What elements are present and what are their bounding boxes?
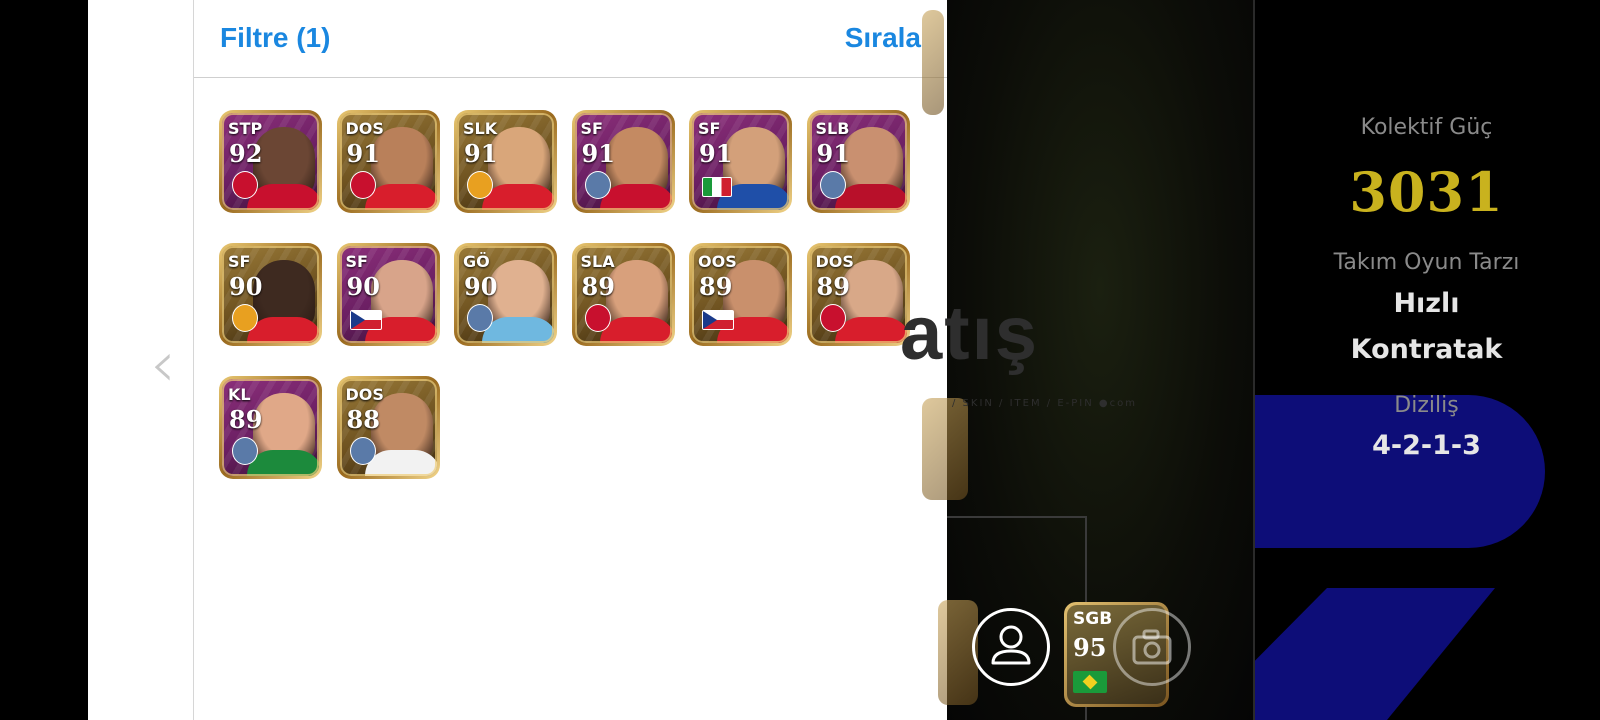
player-card-inner: SLA 89 [574, 246, 672, 343]
card-frame [810, 113, 907, 210]
card-frame [222, 246, 319, 343]
player-card[interactable]: SLK 91 [454, 110, 557, 213]
watermark-subtitle: / SKIN / ITEM / E-PIN ●com [952, 398, 1137, 409]
player-card[interactable]: OOS 89 [689, 243, 792, 346]
card-frame [810, 246, 907, 343]
collective-power-label: Kolektif Güç [1360, 115, 1493, 140]
card-frame [457, 113, 554, 210]
player-card[interactable]: DOS 88 [336, 376, 440, 479]
player-card-inner: SF 90 [339, 246, 437, 343]
player-card-inner: SF 91 [692, 113, 789, 210]
formation-value: 4-2-1-3 [1372, 430, 1481, 461]
player-card[interactable]: DOS 89 [806, 243, 910, 346]
brazil-flag-icon [1073, 671, 1107, 693]
team-style-value: Hızlı [1393, 288, 1460, 319]
card-frame [692, 113, 789, 210]
formation-label: Diziliş [1394, 393, 1459, 418]
player-card-inner: DOS 88 [339, 379, 437, 476]
team-style-value: Kontratak [1350, 334, 1503, 365]
player-card[interactable]: SF 90 [219, 243, 322, 346]
card-frame [575, 246, 672, 343]
team-style-label: Takım Oyun Tarzı [1333, 250, 1520, 275]
watermark-logo: atış [900, 291, 1039, 376]
card-frame [340, 113, 437, 210]
player-card-inner: DOS 91 [339, 113, 437, 210]
player-rating: 95 [1073, 633, 1107, 662]
player-card-inner: KL 89 [222, 379, 319, 476]
collective-power-value: 3031 [1349, 160, 1504, 224]
player-card-inner: STP 92 [222, 113, 319, 210]
card-frame [222, 379, 319, 476]
filter-button[interactable]: Filtre (1) [220, 22, 330, 54]
sort-button[interactable]: Sırala [845, 22, 921, 54]
player-card-inner: SF 91 [574, 113, 672, 210]
player-card[interactable]: STP 92 [219, 110, 322, 213]
partial-player-card[interactable] [922, 398, 968, 500]
player-card[interactable]: SLA 89 [571, 243, 675, 346]
player-card[interactable]: SLB 91 [806, 110, 910, 213]
user-icon [991, 625, 1031, 665]
player-card[interactable]: SF 91 [571, 110, 675, 213]
player-select-panel: Filtre (1) Sırala STP 92 DOS 91 SLK 91 SF 91 SF 9… [194, 0, 947, 720]
card-frame [692, 246, 789, 343]
camera-button[interactable] [1113, 608, 1191, 686]
player-card[interactable]: KL 89 [219, 376, 322, 479]
player-card-inner: GÖ 90 [457, 246, 554, 343]
card-frame [340, 246, 437, 343]
player-position: SGB [1073, 609, 1113, 629]
camera-icon [1132, 629, 1172, 665]
card-frame [457, 246, 554, 343]
player-card-inner: DOS 89 [809, 246, 907, 343]
partial-player-card[interactable] [922, 10, 944, 115]
player-card-inner: OOS 89 [692, 246, 789, 343]
card-frame [222, 113, 319, 210]
panel-header: Filtre (1) Sırala [194, 0, 947, 78]
card-frame [575, 113, 672, 210]
profile-button[interactable] [972, 608, 1050, 686]
pitch-line [947, 516, 1087, 518]
player-card-inner: SF 90 [222, 246, 319, 343]
player-card-inner: SLK 91 [457, 113, 554, 210]
player-card[interactable]: GÖ 90 [454, 243, 557, 346]
player-card[interactable]: SF 91 [689, 110, 792, 213]
player-card[interactable]: SF 90 [336, 243, 440, 346]
card-frame [340, 379, 437, 476]
player-card-inner: SLB 91 [809, 113, 907, 210]
back-chevron-icon[interactable]: ‹ [150, 330, 190, 400]
player-card[interactable]: DOS 91 [336, 110, 440, 213]
